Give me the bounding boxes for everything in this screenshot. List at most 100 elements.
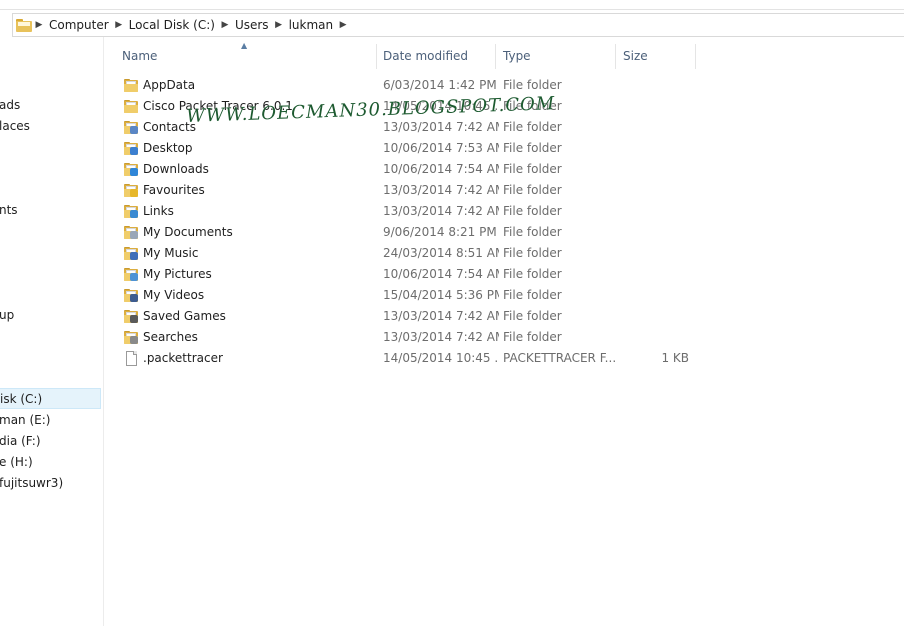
folder-icon: [16, 18, 32, 32]
file-date-modified: 13/03/2014 7:42 AM: [383, 330, 499, 344]
file-date-modified: 10/06/2014 7:53 AM: [383, 141, 499, 155]
folder-icon: [123, 99, 139, 114]
file-date-modified: 6/03/2014 1:42 PM: [383, 78, 497, 92]
nav-item-label: man (E:): [0, 413, 51, 427]
videos-folder-icon: [123, 288, 139, 303]
file-type: File folder: [503, 330, 562, 344]
file-name: Favourites: [143, 183, 205, 197]
column-header-name[interactable]: Name: [117, 44, 377, 69]
file-date-modified: 13/03/2014 7:42 AM: [383, 183, 499, 197]
breadcrumb-chevron-icon[interactable]: ▶: [218, 20, 232, 30]
nav-item-network-location[interactable]: fujitsuwr3): [0, 473, 63, 494]
file-name: Desktop: [143, 141, 193, 155]
nav-item-drive-f[interactable]: dia (F:): [0, 431, 41, 452]
file-type: File folder: [503, 288, 562, 302]
file-name: Saved Games: [143, 309, 226, 323]
breadcrumb-chevron-icon[interactable]: ▶: [336, 20, 350, 30]
file-name: Downloads: [143, 162, 209, 176]
file-date-modified: 13/03/2014 7:42 AM: [383, 309, 499, 323]
nav-item-label: isk (C:): [0, 392, 43, 406]
file-row[interactable]: AppData 6/03/2014 1:42 PM File folder: [118, 75, 698, 96]
file-name: My Documents: [143, 225, 233, 239]
file-row[interactable]: My Pictures 10/06/2014 7:54 AM File folder: [118, 264, 698, 285]
file-type: File folder: [503, 183, 562, 197]
file-type: File folder: [503, 225, 562, 239]
file-row[interactable]: My Music 24/03/2014 8:51 AM File folder: [118, 243, 698, 264]
breadcrumb-chevron-icon[interactable]: ▶: [112, 20, 126, 30]
file-date-modified: 10/06/2014 7:54 AM: [383, 162, 499, 176]
nav-item-drive-h[interactable]: e (H:): [0, 452, 33, 473]
nav-item-label: dia (F:): [0, 434, 41, 448]
file-name: My Pictures: [143, 267, 212, 281]
column-header-type[interactable]: Type: [498, 44, 616, 69]
favourites-folder-icon: [123, 183, 139, 198]
file-type: File folder: [503, 141, 562, 155]
file-date-modified: 24/03/2014 8:51 AM: [383, 246, 499, 260]
file-row[interactable]: Saved Games 13/03/2014 7:42 AM File folder: [118, 306, 698, 327]
file-date-modified: 10/06/2014 7:54 AM: [383, 267, 499, 281]
file-row[interactable]: Downloads 10/06/2014 7:54 AM File folder: [118, 159, 698, 180]
file-name: Links: [143, 204, 174, 218]
nav-item-label: laces: [0, 119, 30, 133]
links-folder-icon: [123, 204, 139, 219]
file-type: File folder: [503, 78, 562, 92]
navigation-pane[interactable]: ads laces nts up isk (C:) man (E:) dia (…: [0, 37, 104, 626]
file-date-modified: 13/03/2014 7:42 AM: [383, 120, 499, 134]
nav-item-documents[interactable]: nts: [0, 200, 18, 221]
documents-folder-icon: [123, 225, 139, 240]
desktop-folder-icon: [123, 141, 139, 156]
nav-item-label: ads: [0, 98, 21, 112]
nav-item-recent-places[interactable]: laces: [0, 116, 30, 137]
nav-item-label: up: [0, 308, 15, 322]
file-row[interactable]: Searches 13/03/2014 7:42 AM File folder: [118, 327, 698, 348]
nav-item-downloads[interactable]: ads: [0, 95, 20, 116]
file-row[interactable]: Desktop 10/06/2014 7:53 AM File folder: [118, 138, 698, 159]
file-date-modified: 14/05/2014 10:45 ...: [383, 351, 499, 365]
nav-item-drive-e[interactable]: man (E:): [0, 410, 50, 431]
file-type: File folder: [503, 204, 562, 218]
contacts-folder-icon: [123, 120, 139, 135]
file-name: My Videos: [143, 288, 205, 302]
file-name: Searches: [143, 330, 198, 344]
file-type: File folder: [503, 246, 562, 260]
file-name: .packettracer: [143, 351, 223, 365]
file-row[interactable]: Favourites 13/03/2014 7:42 AM File folder: [118, 180, 698, 201]
breadcrumb-users[interactable]: Users: [232, 18, 272, 32]
nav-item-homegroup[interactable]: up: [0, 305, 14, 326]
address-bar[interactable]: ▶ Computer ▶ Local Disk (C:) ▶ Users ▶ l…: [12, 13, 904, 37]
file-type: File folder: [503, 309, 562, 323]
breadcrumb-local-disk[interactable]: Local Disk (C:): [126, 18, 218, 32]
file-type: File folder: [503, 162, 562, 176]
file-type: File folder: [503, 120, 562, 134]
file-date-modified: 9/06/2014 8:21 PM: [383, 225, 497, 239]
saved-games-folder-icon: [123, 309, 139, 324]
file-row[interactable]: Links 13/03/2014 7:42 AM File folder: [118, 201, 698, 222]
breadcrumb-lukman[interactable]: lukman: [286, 18, 337, 32]
file-date-modified: 13/03/2014 7:42 AM: [383, 204, 499, 218]
file-row[interactable]: .packettracer 14/05/2014 10:45 ... PACKETT…: [118, 348, 698, 369]
column-header-date-modified[interactable]: Date modified: [378, 44, 496, 69]
nav-item-local-disk-c[interactable]: isk (C:): [0, 388, 101, 409]
file-size: 1 KB: [661, 351, 689, 365]
file-row[interactable]: My Videos 15/04/2014 5:36 PM File folder: [118, 285, 698, 306]
file-name: My Music: [143, 246, 199, 260]
file-name: AppData: [143, 78, 196, 92]
breadcrumb-chevron-icon[interactable]: ▶: [32, 20, 46, 30]
nav-item-label: nts: [0, 203, 18, 217]
file-type: PACKETTRACER F...: [503, 351, 617, 365]
file-icon: [123, 351, 139, 366]
column-header-size[interactable]: Size: [618, 44, 696, 69]
music-folder-icon: [123, 246, 139, 261]
folder-icon: [123, 78, 139, 93]
nav-item-label: e (H:): [0, 455, 33, 469]
toolbar-strip: [0, 0, 904, 10]
file-type: File folder: [503, 267, 562, 281]
breadcrumb-computer[interactable]: Computer: [46, 18, 112, 32]
breadcrumb-chevron-icon[interactable]: ▶: [272, 20, 286, 30]
searches-folder-icon: [123, 330, 139, 345]
file-row[interactable]: My Documents 9/06/2014 8:21 PM File folder: [118, 222, 698, 243]
downloads-folder-icon: [123, 162, 139, 177]
pictures-folder-icon: [123, 267, 139, 282]
nav-item-label: fujitsuwr3): [0, 476, 64, 490]
file-date-modified: 15/04/2014 5:36 PM: [383, 288, 499, 302]
